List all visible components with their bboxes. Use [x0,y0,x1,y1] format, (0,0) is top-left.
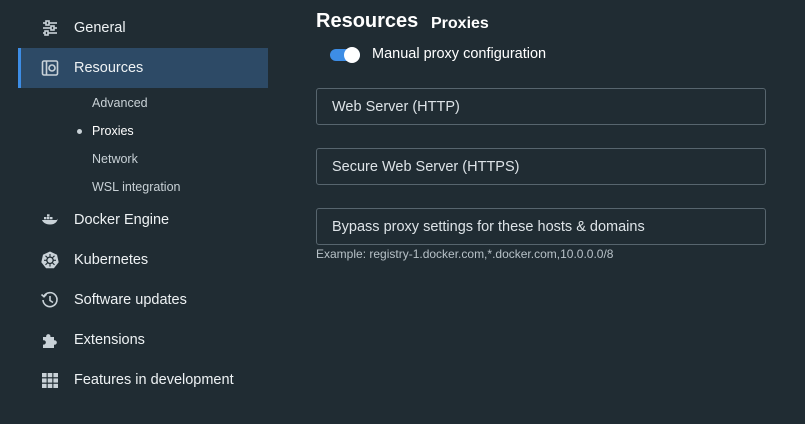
sidebar-item-features-in-development[interactable]: Features in development [18,360,268,400]
page-subtitle: Proxies [431,15,489,32]
manual-proxy-toggle[interactable] [330,47,360,63]
resources-icon [38,56,62,80]
sidebar-subitem-label: Proxies [92,124,134,138]
sidebar-item-label: Features in development [74,372,234,388]
sidebar-item-extensions[interactable]: Extensions [18,320,268,360]
https-proxy-input[interactable] [316,148,766,185]
sidebar-item-resources[interactable]: Resources [18,48,268,88]
sidebar-subitem-label: Network [92,152,138,166]
puzzle-icon [38,328,62,352]
http-proxy-input[interactable] [316,88,766,125]
toggle-knob [344,47,360,63]
sidebar-subitem-wsl-integration[interactable]: WSL integration [92,177,180,197]
bypass-help-text: Example: registry-1.docker.com,*.docker.… [316,247,614,261]
bypass-proxy-input[interactable] [316,208,766,245]
sidebar-subitem-label: Advanced [92,96,148,110]
sidebar-item-label: Software updates [74,292,187,308]
sidebar-subitem-proxies[interactable]: Proxies [77,121,134,141]
page-title: Resources [316,10,419,32]
sidebar-item-label: Docker Engine [74,212,170,228]
history-icon [38,288,62,312]
sidebar-item-label: Extensions [74,332,145,348]
sidebar-item-docker-engine[interactable]: Docker Engine [18,200,268,240]
sidebar-item-software-updates[interactable]: Software updates [18,280,268,320]
sidebar-item-label: General [74,20,126,36]
sidebar-subitem-label: WSL integration [92,180,181,194]
whale-icon [38,208,62,232]
settings-sidebar: General Resources Advanced Proxies Netwo… [0,0,270,424]
sidebar-item-label: Resources [74,60,144,76]
sidebar-item-kubernetes[interactable]: Kubernetes [18,240,268,280]
grid-icon [38,368,62,392]
sidebar-subitem-advanced[interactable]: Advanced [92,93,148,113]
sidebar-subitem-network[interactable]: Network [92,149,138,169]
sliders-icon [38,16,62,40]
sidebar-item-label: Kubernetes [74,252,149,268]
sidebar-item-general[interactable]: General [18,8,268,48]
active-bullet-icon [77,129,82,134]
manual-proxy-label: Manual proxy configuration [372,46,547,62]
helm-icon [38,248,62,272]
